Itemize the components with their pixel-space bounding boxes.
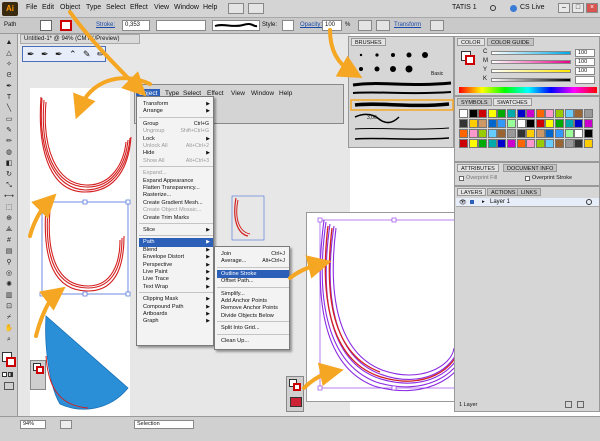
arrow-to-right-artboard	[288, 255, 332, 280]
tutorial-arrows	[28, 10, 363, 390]
arrow-to-outline-result	[302, 362, 344, 390]
arrow-stroke-to-brushes	[328, 28, 363, 78]
arrow-to-selected-stroke	[34, 286, 66, 338]
arrow-to-left-artwork	[73, 76, 152, 120]
arrow-to-middle-stroke	[28, 193, 57, 238]
